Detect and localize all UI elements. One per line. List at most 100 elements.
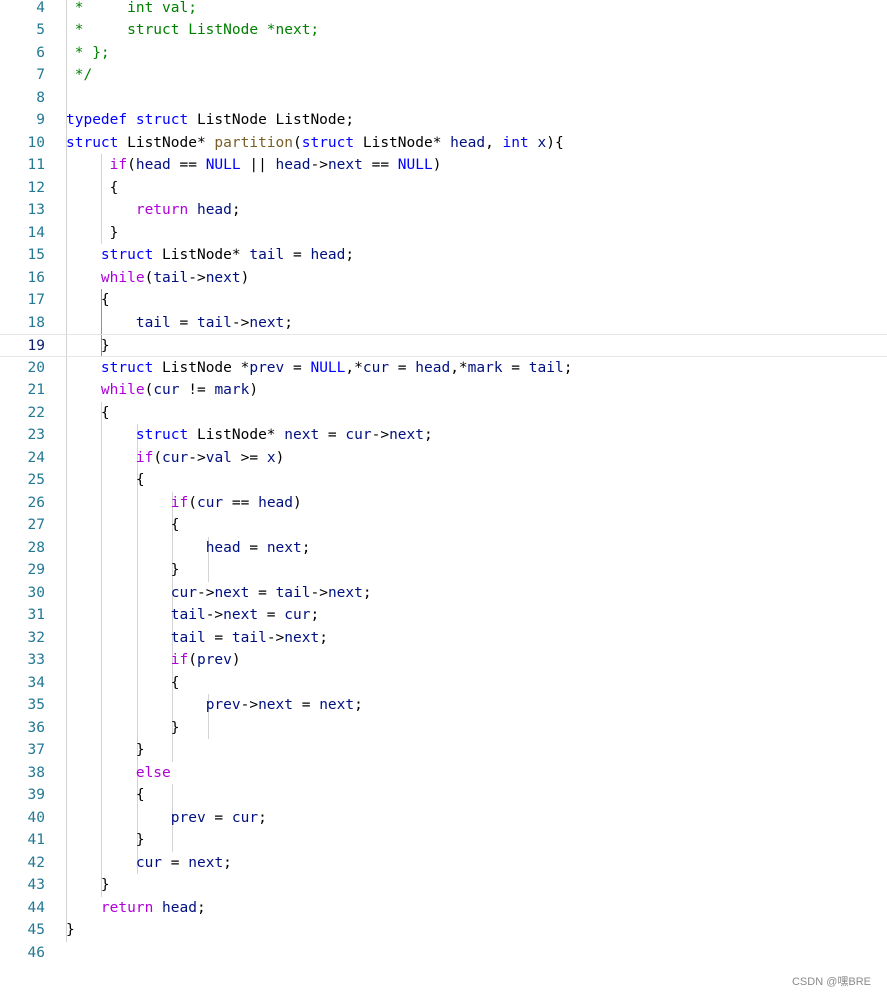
code-line[interactable]: 33 if(prev) <box>0 649 887 672</box>
code-token: ( <box>293 134 302 151</box>
code-line[interactable]: 22 { <box>0 402 887 425</box>
code-line[interactable]: 31 tail->next = cur; <box>0 604 887 627</box>
code-token: -> <box>196 584 215 601</box>
code-line[interactable]: 32 tail = tail->next; <box>0 627 887 650</box>
code-line[interactable]: 46 <box>0 942 887 965</box>
line-code: struct ListNode* next = cur->next; <box>66 424 433 447</box>
line-code: } <box>66 335 110 358</box>
code-line[interactable]: 27 { <box>0 514 887 537</box>
code-line[interactable]: 26 if(cur == head) <box>0 492 887 515</box>
code-line[interactable]: 13 return head; <box>0 199 887 222</box>
code-token: ; <box>196 899 206 916</box>
line-code: struct ListNode *prev = NULL,*cur = head… <box>66 357 573 380</box>
code-token: ( <box>153 449 163 466</box>
line-number: 13 <box>27 202 45 218</box>
code-line[interactable]: 43 } <box>0 874 887 897</box>
code-line[interactable]: 12 { <box>0 177 887 200</box>
code-token: tail <box>135 314 171 331</box>
code-token: ; <box>258 809 267 826</box>
code-line[interactable]: 10 struct ListNode* partition(struct List… <box>0 132 887 155</box>
code-line[interactable]: 30 cur->next = tail->next; <box>0 582 887 605</box>
code-line[interactable]: 45} <box>0 919 887 942</box>
code-line[interactable]: 5 * struct ListNode *next; <box>0 19 887 42</box>
code-token: , <box>485 134 503 151</box>
code-line[interactable]: 38 else <box>0 762 887 785</box>
line-number: 35 <box>27 697 45 713</box>
line-code: } <box>66 874 110 897</box>
line-code: if(prev) <box>66 649 241 672</box>
code-line[interactable]: 40 prev = cur; <box>0 807 887 830</box>
code-line[interactable]: 9 typedef struct ListNode ListNode; <box>0 109 887 132</box>
code-token: ) <box>432 157 442 173</box>
code-token: = <box>162 854 189 871</box>
code-token: head <box>162 899 197 916</box>
code-line[interactable]: 37 } <box>0 739 887 762</box>
code-line[interactable]: 28 head = next; <box>0 537 887 560</box>
code-line[interactable]: 11 if(head == NULL || head->next == NULL… <box>0 154 887 177</box>
code-token: = <box>389 359 416 376</box>
code-token: { <box>135 787 145 803</box>
code-token: ListNode* <box>354 134 451 151</box>
code-token: head <box>450 134 486 151</box>
line-code: tail->next = cur; <box>66 604 319 627</box>
code-token: = <box>284 359 311 376</box>
code-line[interactable]: 6 * }; <box>0 42 887 65</box>
code-token: next <box>327 584 363 601</box>
code-line[interactable]: 24 if(cur->val >= x) <box>0 447 887 470</box>
code-line[interactable]: 23 struct ListNode* next = cur->next; <box>0 424 887 447</box>
code-line[interactable]: 42 cur = next; <box>0 852 887 875</box>
line-code: cur = next; <box>66 852 232 875</box>
code-line[interactable]: 36 } <box>0 717 887 740</box>
code-line[interactable]: 16 while(tail->next) <box>0 267 887 290</box>
code-line[interactable]: 15 struct ListNode* tail = head; <box>0 244 887 267</box>
code-line[interactable]: 44 return head; <box>0 897 887 920</box>
code-line[interactable]: 17 { <box>0 289 887 312</box>
code-token: partition <box>214 134 293 151</box>
code-token: cur <box>153 382 180 398</box>
code-editor[interactable]: 4 * int val; 5 * struct ListNode *next; 6 … <box>0 0 887 970</box>
code-token: ListNode ListNode; <box>188 112 355 128</box>
code-line[interactable]: 18 tail = tail->next; <box>0 312 887 335</box>
code-token: ; <box>310 607 320 623</box>
code-line[interactable]: 7 */ <box>0 64 887 87</box>
code-token: while <box>100 269 145 286</box>
code-token: ; <box>423 427 433 443</box>
code-token: = <box>205 809 232 826</box>
line-number: 43 <box>27 877 45 893</box>
code-line[interactable]: 14 } <box>0 222 887 245</box>
code-token: } <box>135 832 145 848</box>
line-code: } <box>66 919 75 942</box>
code-line[interactable]: 4 * int val; <box>0 0 887 19</box>
code-line[interactable]: 39 { <box>0 784 887 807</box>
code-line[interactable]: 25 { <box>0 469 887 492</box>
line-code: else <box>66 762 171 785</box>
code-line[interactable]: 19 } <box>0 334 887 357</box>
code-line[interactable]: 29 } <box>0 559 887 582</box>
code-line[interactable]: 20 struct ListNode *prev = NULL,*cur = h… <box>0 357 887 380</box>
code-line[interactable]: 35 prev->next = next; <box>0 694 887 717</box>
line-number: 23 <box>27 427 45 443</box>
code-token: next <box>205 269 241 286</box>
code-token: ListNode * <box>153 359 250 376</box>
line-number: 30 <box>27 584 45 601</box>
code-line[interactable]: 34 { <box>0 672 887 695</box>
code-token: head <box>135 157 171 173</box>
code-line[interactable]: 8 <box>0 87 887 110</box>
line-code: { <box>66 784 145 807</box>
code-line[interactable]: 21 while(cur != mark) <box>0 379 887 402</box>
line-code: } <box>66 829 145 852</box>
code-token: ( <box>144 269 154 286</box>
code-token: = <box>258 607 285 623</box>
code-token: ( <box>188 494 197 511</box>
code-token: x <box>537 134 547 151</box>
code-line[interactable]: 41 } <box>0 829 887 852</box>
line-code: } <box>66 717 180 740</box>
